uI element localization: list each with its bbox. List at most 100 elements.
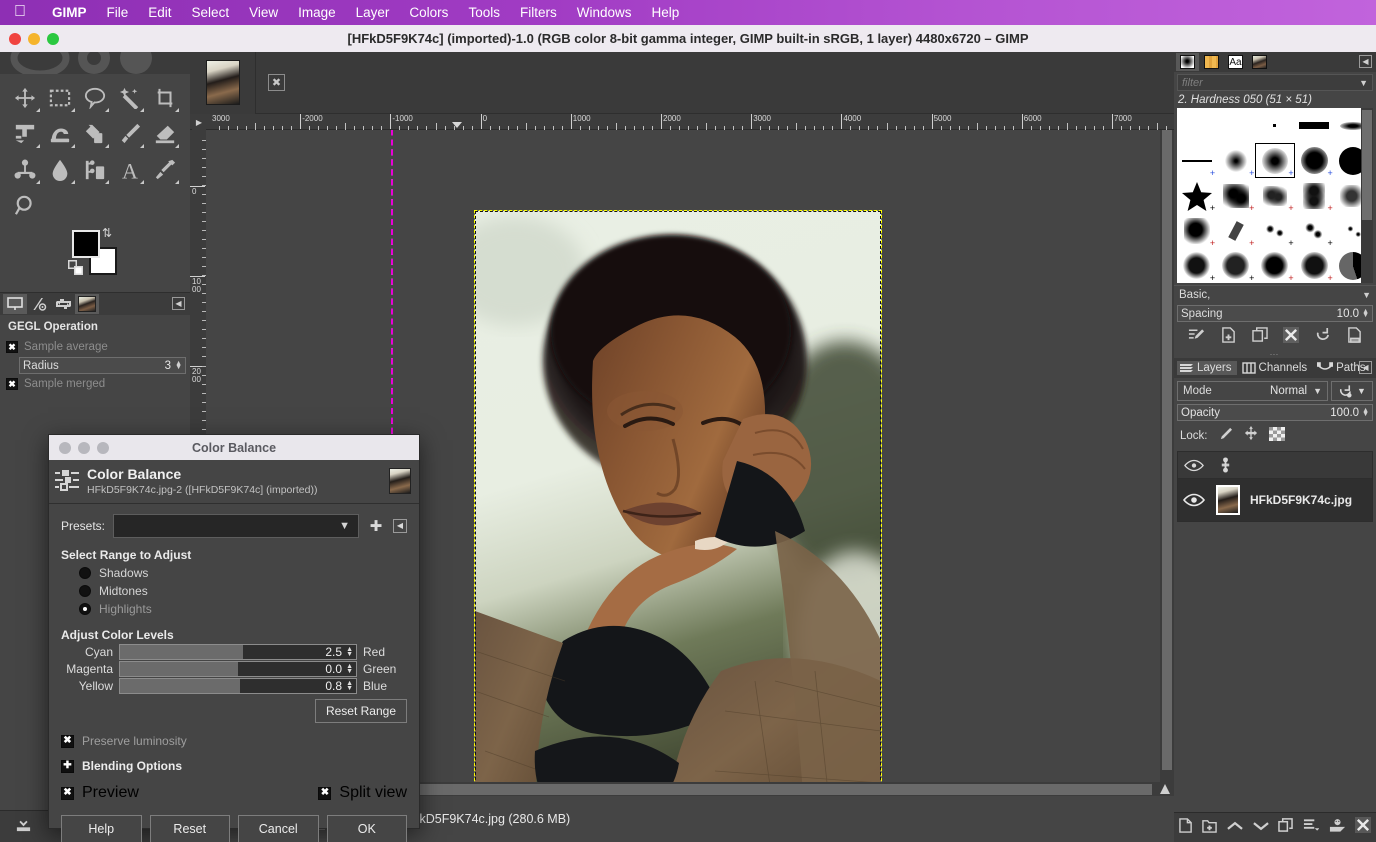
chevron-down-icon[interactable]: ▼ (1362, 290, 1371, 300)
brush-cell[interactable]: + (1295, 213, 1334, 248)
move-tool[interactable] (8, 80, 43, 116)
ok-button[interactable]: OK (327, 815, 408, 842)
radio-highlights-selected[interactable] (79, 603, 91, 615)
cancel-button[interactable]: Cancel (238, 815, 319, 842)
brush-grid[interactable]: + + + + + + + + + + + + (1177, 108, 1373, 283)
canvas-image[interactable] (474, 210, 882, 821)
spacing-field[interactable]: Spacing 10.0 ▲▼ (1177, 305, 1373, 322)
smudge-tool[interactable] (43, 152, 78, 188)
layer-visibility-toggle[interactable] (1178, 493, 1210, 507)
brush-cell-selected[interactable]: + (1255, 143, 1294, 178)
yellow-blue-slider[interactable]: 0.8 ▲▼ (119, 678, 357, 694)
sample-average-row[interactable]: ✖ Sample average (6, 341, 184, 353)
new-layer-icon[interactable] (1179, 818, 1193, 838)
dock-resize-grip[interactable]: ⋯ (1174, 350, 1376, 358)
presets-dropdown[interactable]: ▼ (113, 514, 359, 538)
tool-options-tab[interactable] (3, 294, 27, 314)
preview-group[interactable]: ✖ Preview (61, 784, 139, 802)
layer-list[interactable]: HFkD5F9K74c.jpg (1177, 451, 1373, 522)
reset-range-button[interactable]: Reset Range (315, 699, 407, 723)
radio-midtones[interactable] (79, 585, 91, 597)
range-option-midtones[interactable]: Midtones (61, 582, 407, 600)
images-tab[interactable] (75, 294, 99, 314)
brush-cell[interactable]: + (1177, 143, 1216, 178)
preset-menu-button[interactable]: ◀ (393, 519, 407, 533)
sample-merged-checkbox[interactable]: ✖ (6, 378, 18, 390)
color-balance-dialog[interactable]: Color Balance Color Balance HFkD5F9K74c.… (48, 434, 420, 829)
save-tool-preset-icon[interactable] (15, 816, 32, 838)
transform-tool[interactable] (8, 116, 43, 152)
brush-cell[interactable]: + (1255, 248, 1294, 283)
chevron-down-icon[interactable]: ▼ (1359, 78, 1368, 88)
menu-windows[interactable]: Windows (567, 5, 642, 20)
menu-edit[interactable]: Edit (138, 5, 181, 20)
magenta-green-stepper-icon[interactable]: ▲▼ (346, 664, 356, 674)
swap-colors-icon[interactable]: ⇅ (102, 226, 112, 240)
bucket-fill-tool[interactable] (78, 116, 113, 152)
brush-cell[interactable]: + (1177, 178, 1216, 213)
minimize-window-button[interactable] (28, 33, 40, 45)
image-menu-arrow[interactable]: ▶ (192, 114, 206, 130)
new-brush-icon[interactable] (1221, 327, 1236, 348)
opacity-stepper-icon[interactable]: ▲▼ (1362, 409, 1369, 417)
brush-set-selector[interactable]: Basic, ▼ (1174, 285, 1376, 303)
delete-layer-icon[interactable] (1355, 817, 1371, 838)
delete-brush-icon[interactable] (1283, 327, 1299, 348)
brushes-dock-menu-icon[interactable]: ◀ (1359, 55, 1372, 68)
split-view-group[interactable]: ✖ Split view (318, 784, 407, 802)
undo-history-tab[interactable] (51, 294, 75, 314)
document-history-tab[interactable] (1248, 53, 1271, 71)
close-image-tab-button[interactable]: ✖ (268, 74, 285, 91)
fonts-tab[interactable]: Aa (1224, 53, 1247, 71)
tab-channels[interactable]: Channels (1239, 361, 1313, 375)
foreground-color-swatch[interactable] (72, 230, 100, 258)
range-option-highlights[interactable]: Highlights (61, 600, 407, 618)
radio-shadows[interactable] (79, 567, 91, 579)
brush-cell[interactable]: + (1295, 143, 1334, 178)
preserve-luminosity-row[interactable]: ✖ Preserve luminosity (61, 734, 407, 748)
range-option-shadows[interactable]: Shadows (61, 564, 407, 582)
brush-cell[interactable]: + (1216, 248, 1255, 283)
brushes-tab[interactable] (1176, 53, 1199, 71)
reset-button[interactable]: Reset (150, 815, 231, 842)
refresh-brushes-icon[interactable] (1315, 327, 1331, 348)
preserve-luminosity-checkbox[interactable]: ✖ (61, 735, 74, 748)
brush-cell[interactable] (1295, 108, 1334, 143)
menu-gimp[interactable]: GIMP (42, 5, 97, 20)
apple-icon[interactable]:  (14, 4, 26, 20)
split-view-checkbox[interactable]: ✖ (318, 787, 331, 800)
brush-cell[interactable]: + (1255, 213, 1294, 248)
add-preset-button[interactable]: ✚ (367, 517, 385, 535)
lock-alpha-icon[interactable] (1269, 427, 1285, 446)
device-status-tab[interactable] (27, 294, 51, 314)
horizontal-ruler[interactable]: 3000-2000-100001000200030004000500060007… (190, 114, 1174, 130)
radius-stepper-icon[interactable]: ▲▼ (175, 362, 182, 370)
raise-layer-icon[interactable] (1227, 819, 1243, 837)
ink-tool[interactable] (78, 152, 113, 188)
preview-checkbox[interactable]: ✖ (61, 787, 74, 800)
text-tool[interactable]: A (112, 152, 147, 188)
sample-merged-row[interactable]: ✖ Sample merged (6, 378, 184, 390)
open-brush-as-image-icon[interactable] (1347, 327, 1362, 348)
table-row[interactable]: HFkD5F9K74c.jpg (1178, 479, 1372, 521)
menu-view[interactable]: View (239, 5, 288, 20)
brush-cell[interactable]: + (1177, 213, 1216, 248)
composite-mode-button[interactable]: ▼ (1331, 381, 1373, 401)
brush-grid-scrollbar[interactable] (1361, 108, 1373, 283)
brush-scroll-thumb[interactable] (1362, 110, 1372, 220)
magenta-green-slider[interactable]: 0.0 ▲▼ (119, 661, 357, 677)
menu-select[interactable]: Select (182, 5, 240, 20)
brush-cell[interactable]: + (1216, 178, 1255, 213)
dock-menu-icon[interactable]: ◀ (172, 297, 185, 310)
brush-cell[interactable] (1177, 108, 1216, 143)
cyan-red-stepper-icon[interactable]: ▲▼ (346, 647, 356, 657)
close-window-button[interactable] (9, 33, 21, 45)
blending-options-expander[interactable]: ✚ (61, 760, 74, 773)
brush-cell[interactable]: + (1216, 143, 1255, 178)
layer-mode-selector[interactable]: Mode Normal ▼ (1177, 381, 1328, 401)
lock-pixels-icon[interactable] (1218, 427, 1233, 446)
new-layer-group-icon[interactable] (1202, 818, 1217, 838)
eyedropper-tool[interactable] (147, 152, 182, 188)
vertical-scroll-thumb[interactable] (1162, 130, 1172, 770)
image-tab[interactable] (190, 52, 256, 114)
